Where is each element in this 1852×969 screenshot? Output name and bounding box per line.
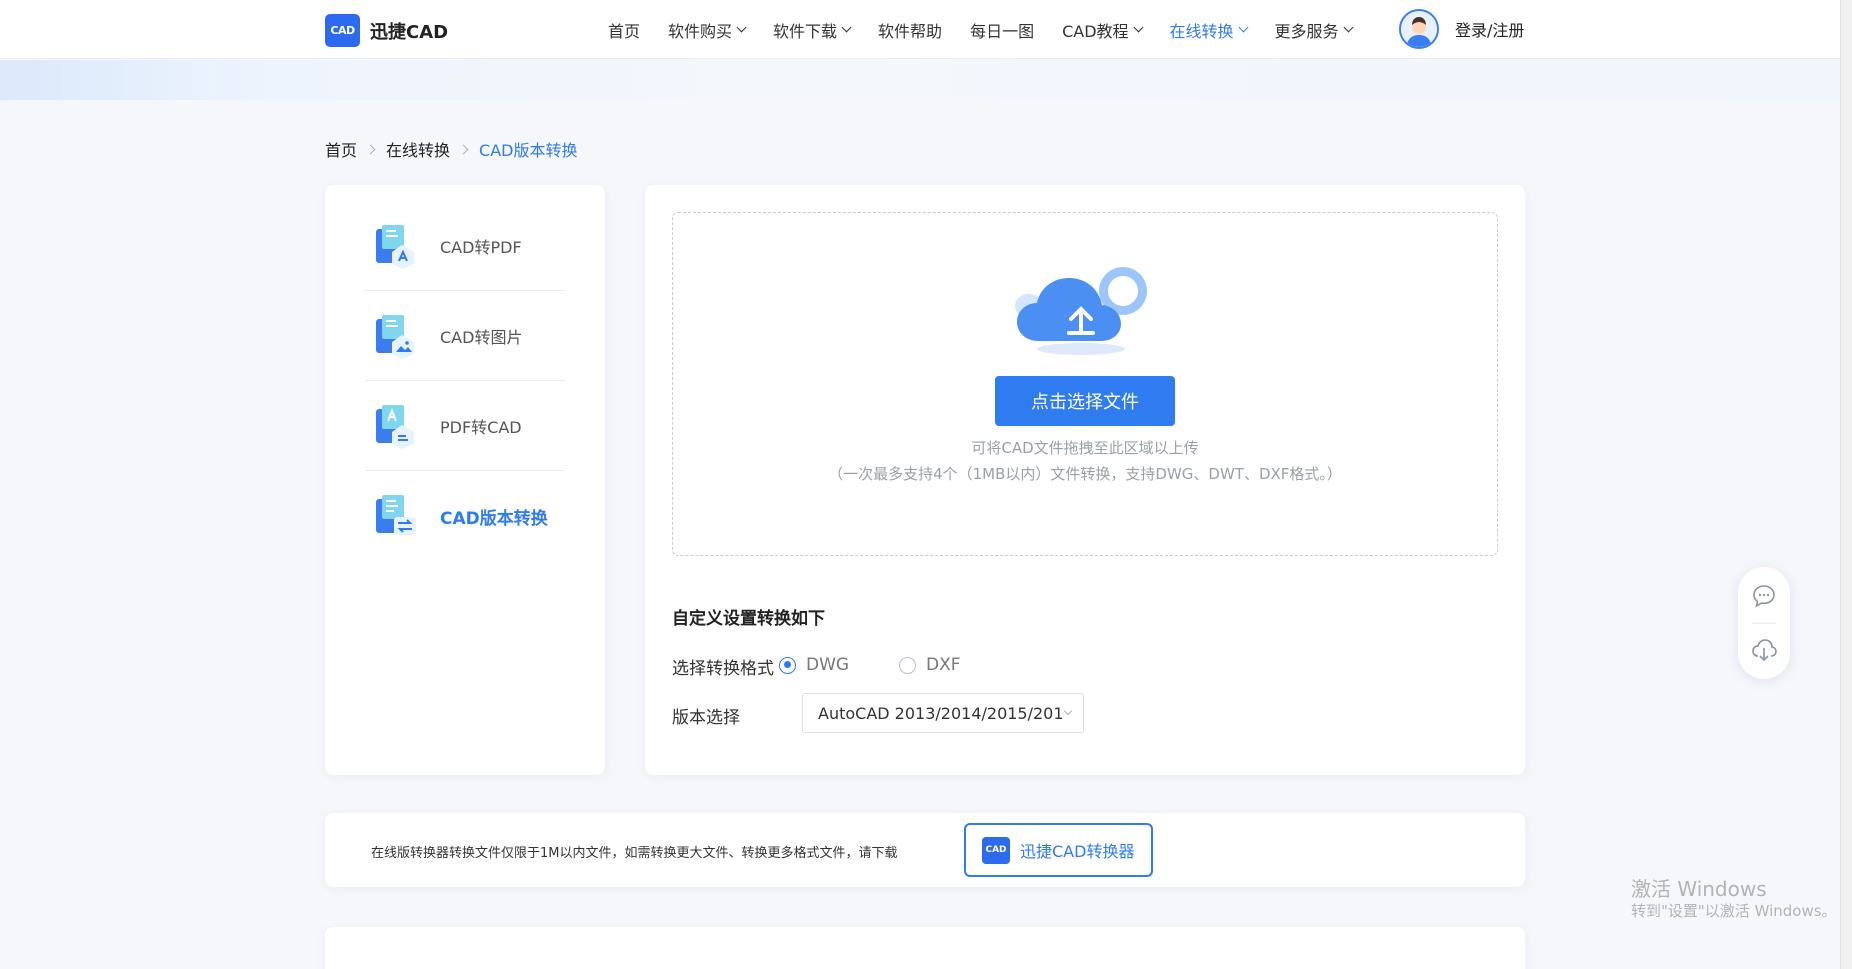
upload-hint-drag: 可将CAD文件拖拽至此区域以上传 [971, 439, 1199, 457]
chevron-down-icon [736, 22, 747, 33]
logo-mark: CAD [325, 14, 360, 47]
nav-more-services-label: 更多服务 [1274, 21, 1339, 41]
nav-home[interactable]: 首页 [608, 18, 640, 42]
nav-online-convert[interactable]: 在线转换 [1169, 18, 1248, 42]
windows-activation-hint: 转到"设置"以激活 Windows。 [1631, 902, 1837, 920]
choose-file-button[interactable]: 点击选择文件 [995, 376, 1175, 426]
download-notice-text: 在线版转换器转换文件仅限于1M以内文件，如需转换更大文件、转换更多格式文件，请下… [371, 846, 898, 861]
sidebar-item-label: CAD转图片 [440, 327, 523, 347]
format-label: 选择转换格式 [672, 659, 774, 679]
nav-software-purchase[interactable]: 软件购买 [668, 18, 747, 42]
nav-software-download[interactable]: 软件下载 [773, 18, 852, 42]
breadcrumb-current: CAD版本转换 [479, 141, 578, 160]
logo-text: 迅捷CAD [370, 21, 449, 43]
chevron-down-icon [841, 22, 852, 33]
version-select[interactable]: AutoCAD 2013/2014/2015/201 [802, 693, 1084, 733]
nav-online-convert-label: 在线转换 [1169, 21, 1234, 41]
converter-app-icon: CAD [982, 836, 1010, 864]
lower-content-card [325, 927, 1525, 969]
sidebar-item-cad-to-image[interactable]: CAD转图片 [365, 291, 565, 381]
chevron-right-icon [458, 144, 469, 154]
upload-hint-limits: （一次最多支持4个（1MB以内）文件转换，支持DWG、DWT、DXF格式。） [828, 465, 1342, 483]
tool-sidebar: CAD转PDF CAD转图片 PDF转CAD CAD版本转换 [325, 185, 605, 775]
nav-daily-drawing[interactable]: 每日一图 [970, 18, 1034, 42]
sidebar-item-label: CAD版本转换 [440, 508, 548, 529]
user-avatar-icon [1401, 11, 1437, 47]
sidebar-item-cad-version-convert[interactable]: CAD版本转换 [365, 471, 565, 561]
nav-software-purchase-label: 软件购买 [668, 21, 733, 41]
download-converter-label: 迅捷CAD转换器 [1020, 842, 1135, 861]
cloud-download-icon [1752, 639, 1777, 662]
sidebar-item-pdf-to-cad[interactable]: PDF转CAD [365, 381, 565, 471]
format-radio-dxf-label: DXF [926, 655, 961, 675]
convert-panel: 点击选择文件 可将CAD文件拖拽至此区域以上传 （一次最多支持4个（1MB以内）… [645, 185, 1525, 775]
chevron-down-icon [1063, 706, 1073, 716]
breadcrumb-home[interactable]: 首页 [325, 137, 357, 161]
nav-daily-drawing-label: 每日一图 [970, 21, 1035, 41]
format-radio-dwg[interactable]: DWG [779, 655, 849, 675]
avatar[interactable] [1399, 9, 1439, 49]
breadcrumb: 首页 在线转换 CAD版本转换 [325, 137, 577, 161]
floating-toolbar [1738, 567, 1790, 679]
pdf-to-cad-icon [376, 404, 414, 449]
top-navigation-bar: CAD 迅捷CAD 首页 软件购买 软件下载 软件帮助 每日一图 CAD教程 在… [0, 0, 1852, 59]
site-logo[interactable]: CAD 迅捷CAD [325, 14, 448, 47]
download-app-button[interactable] [1738, 625, 1790, 675]
cad-to-pdf-icon [376, 224, 414, 269]
chevron-down-icon [1133, 22, 1143, 33]
nav-software-help[interactable]: 软件帮助 [878, 18, 942, 42]
cloud-upload-icon [1015, 267, 1147, 355]
download-notice-bar: 在线版转换器转换文件仅限于1M以内文件，如需转换更大文件、转换更多格式文件，请下… [325, 813, 1525, 887]
sidebar-item-label: PDF转CAD [440, 417, 522, 437]
download-converter-button[interactable]: CAD 迅捷CAD转换器 [964, 823, 1153, 877]
radio-checked-icon[interactable] [779, 656, 796, 674]
nav-home-label: 首页 [608, 21, 641, 41]
nav-software-help-label: 软件帮助 [878, 21, 943, 41]
file-dropzone[interactable]: 点击选择文件 可将CAD文件拖拽至此区域以上传 （一次最多支持4个（1MB以内）… [672, 212, 1498, 556]
cad-to-image-icon [376, 314, 414, 359]
format-radio-dxf[interactable]: DXF [899, 655, 961, 675]
nav-cad-tutorial[interactable]: CAD教程 [1062, 18, 1143, 42]
nav-software-download-label: 软件下载 [773, 21, 838, 41]
main-nav: 首页 软件购买 软件下载 软件帮助 每日一图 CAD教程 在线转换 更多服务 [608, 0, 1380, 59]
chat-button[interactable] [1738, 571, 1790, 621]
toolbar-divider [1752, 623, 1776, 624]
chevron-down-icon [1238, 22, 1248, 33]
cad-version-convert-icon [376, 495, 416, 535]
login-register-link[interactable]: 登录/注册 [1455, 17, 1524, 41]
settings-title: 自定义设置转换如下 [672, 609, 825, 629]
page-scrollbar[interactable] [1840, 0, 1852, 969]
radio-unchecked-icon[interactable] [899, 656, 916, 674]
chat-icon [1753, 585, 1775, 608]
version-select-value: AutoCAD 2013/2014/2015/201 [818, 703, 1064, 723]
chevron-down-icon [1343, 22, 1354, 33]
format-radio-dwg-label: DWG [806, 655, 850, 675]
chevron-right-icon [365, 144, 376, 154]
windows-activation-title: 激活 Windows [1631, 877, 1767, 901]
banner-strip [0, 60, 1852, 100]
nav-more-services[interactable]: 更多服务 [1274, 18, 1354, 42]
version-label: 版本选择 [672, 708, 740, 728]
user-area[interactable]: 登录/注册 [1399, 9, 1524, 49]
nav-cad-tutorial-label: CAD教程 [1062, 21, 1129, 41]
breadcrumb-online-convert[interactable]: 在线转换 [386, 137, 450, 161]
sidebar-item-cad-to-pdf[interactable]: CAD转PDF [365, 201, 565, 291]
sidebar-item-label: CAD转PDF [440, 237, 522, 257]
